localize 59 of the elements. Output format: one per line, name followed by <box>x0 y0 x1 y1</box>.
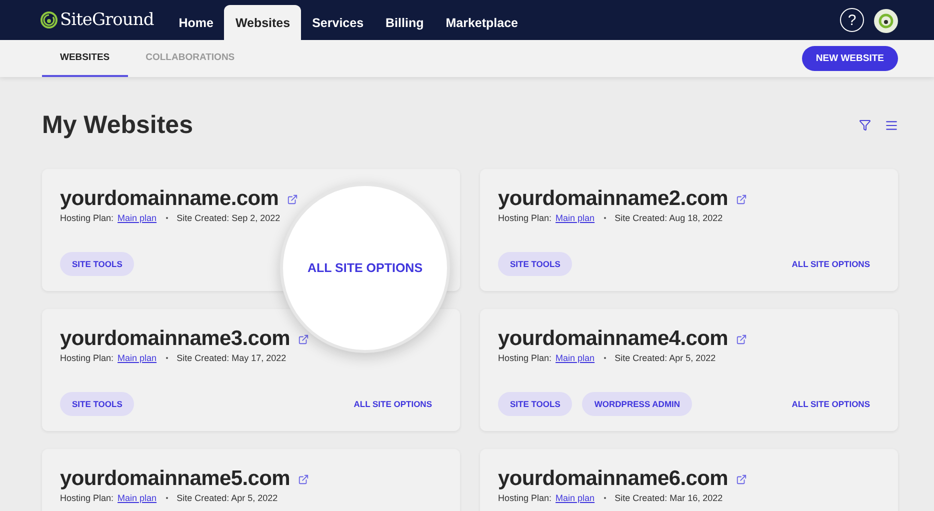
external-link-icon[interactable] <box>736 474 748 484</box>
separator-dot <box>604 217 606 219</box>
domain-name: yourdomainname6.com <box>498 467 728 491</box>
site-tools-button[interactable]: SITE TOOLS <box>498 252 572 276</box>
plan-link[interactable]: Main plan <box>556 493 595 503</box>
plan-link[interactable]: Main plan <box>118 353 157 363</box>
domain-name: yourdomainname4.com <box>498 327 728 351</box>
nav-tab[interactable]: Websites <box>224 5 302 40</box>
plan-label: Hosting Plan: <box>498 493 552 503</box>
nav-tab[interactable]: Services <box>301 3 375 40</box>
plan-label: Hosting Plan: <box>498 213 552 223</box>
separator-dot <box>166 357 168 359</box>
all-site-options-link[interactable]: ALL SITE OPTIONS <box>307 261 423 275</box>
plan-link[interactable]: Main plan <box>556 353 595 363</box>
created-date: Site Created: Aug 18, 2022 <box>614 213 723 223</box>
plan-label: Hosting Plan: <box>60 213 114 223</box>
plan-label: Hosting Plan: <box>498 353 552 363</box>
nav-tab[interactable]: Marketplace <box>434 3 529 40</box>
filter-icon[interactable] <box>859 119 871 131</box>
logo-icon <box>40 11 58 29</box>
external-link-icon[interactable] <box>736 194 748 204</box>
separator-dot <box>604 497 606 499</box>
plan-link[interactable]: Main plan <box>118 493 157 503</box>
new-website-button[interactable]: NEW WEBSITE <box>802 46 898 71</box>
domain-name: yourdomainname5.com <box>60 467 290 491</box>
logo-text: SiteGround <box>60 10 154 30</box>
nav-tab[interactable]: Home <box>168 3 224 40</box>
created-date: Site Created: Apr 5, 2022 <box>614 353 716 363</box>
domain-name: yourdomainname.com <box>60 187 279 211</box>
site-tools-button[interactable]: SITE TOOLS <box>60 392 134 416</box>
nav-tab[interactable]: Billing <box>374 3 435 40</box>
plan-link[interactable]: Main plan <box>118 213 157 223</box>
external-link-icon[interactable] <box>298 474 310 484</box>
external-link-icon[interactable] <box>736 334 748 344</box>
plan-link[interactable]: Main plan <box>556 213 595 223</box>
plan-label: Hosting Plan: <box>60 353 114 363</box>
sub-tab[interactable]: WEBSITES <box>42 40 128 77</box>
page-title: My Websites <box>42 110 194 140</box>
site-tools-button[interactable]: SITE TOOLS <box>498 392 572 416</box>
separator-dot <box>604 357 606 359</box>
created-date: Site Created: May 17, 2022 <box>176 353 286 363</box>
site-tools-button[interactable]: SITE TOOLS <box>60 252 134 276</box>
site-tools-button[interactable]: WORDPRESS ADMIN <box>582 392 692 416</box>
plan-label: Hosting Plan: <box>60 493 114 503</box>
domain-name: yourdomainname2.com <box>498 187 728 211</box>
all-site-options-link[interactable]: ALL SITE OPTIONS <box>792 399 870 409</box>
separator-dot <box>166 497 168 499</box>
domain-name: yourdomainname3.com <box>60 327 290 351</box>
external-link-icon[interactable] <box>298 334 310 344</box>
help-button[interactable]: ? <box>840 8 864 32</box>
all-site-options-link[interactable]: ALL SITE OPTIONS <box>354 399 432 409</box>
menu-icon[interactable] <box>885 118 898 132</box>
avatar-icon[interactable] <box>874 9 898 33</box>
created-date: Site Created: Mar 16, 2022 <box>614 493 723 503</box>
created-date: Site Created: Sep 2, 2022 <box>176 213 280 223</box>
created-date: Site Created: Apr 5, 2022 <box>176 493 278 503</box>
external-link-icon[interactable] <box>286 194 298 204</box>
all-site-options-link[interactable]: ALL SITE OPTIONS <box>792 259 870 269</box>
separator-dot <box>166 217 168 219</box>
